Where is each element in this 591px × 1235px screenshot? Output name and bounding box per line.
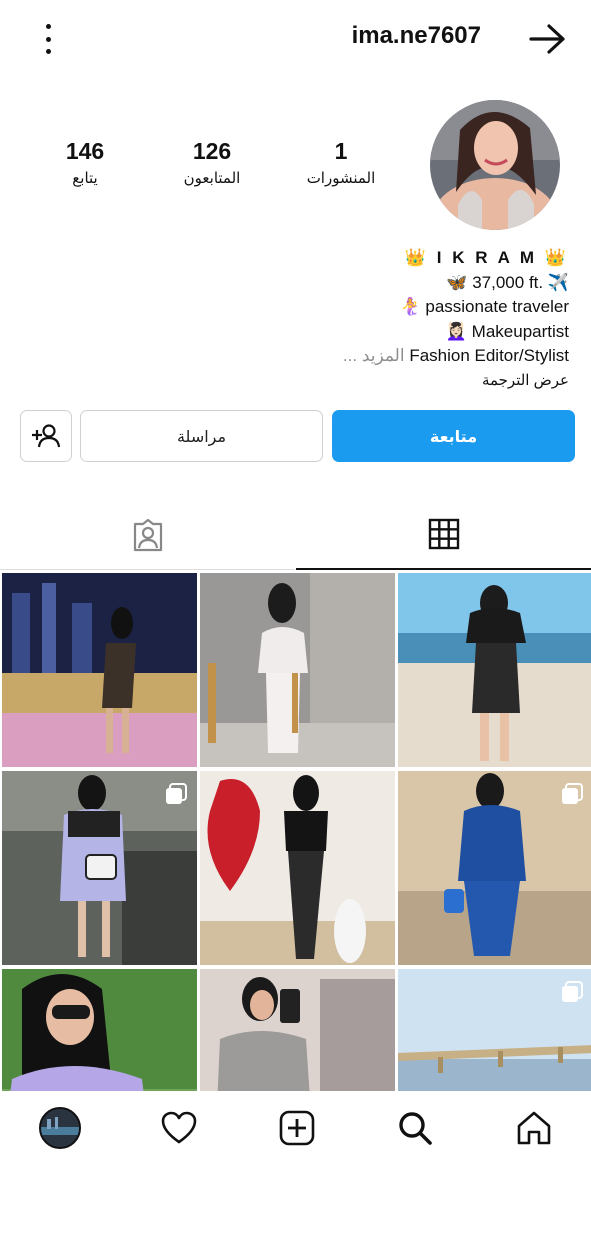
nav-home[interactable] — [512, 1106, 556, 1150]
bio-line: ... المزيد Fashion Editor/Stylist — [9, 344, 569, 369]
post-thumbnail[interactable] — [200, 573, 395, 767]
heart-icon — [161, 1111, 197, 1144]
bio-line: 🦋 37,000 ft. ✈️ — [446, 272, 569, 292]
multi-post-icon — [562, 981, 583, 1002]
stat-posts-count: 1 — [334, 138, 348, 164]
post-thumbnail[interactable] — [200, 969, 395, 1091]
profile-bio: 👑 I K R A M 👑 🦋 37,000 ft. ✈️ 🧜‍♀️ passi… — [9, 246, 569, 393]
profile-avatar — [39, 1107, 81, 1149]
post-thumbnail[interactable] — [200, 771, 395, 965]
message-button[interactable]: مراسلة — [80, 410, 323, 462]
see-translation-link[interactable]: عرض الترجمة — [9, 369, 569, 394]
post-thumbnail[interactable] — [2, 969, 197, 1091]
post-thumbnail[interactable] — [398, 771, 591, 965]
add-user-button[interactable] — [20, 410, 72, 462]
profile-username: ima.ne7607 — [351, 22, 481, 49]
arrow-right-icon[interactable] — [529, 22, 567, 56]
stat-followers[interactable]: 126 المتابعون — [157, 138, 267, 187]
nav-profile[interactable] — [38, 1106, 82, 1150]
stat-following-count: 146 — [65, 138, 105, 164]
bio-line: 💆🏻‍♀️ Makeupartist — [445, 321, 569, 341]
profile-tabs — [0, 500, 591, 570]
tagged-user-icon — [133, 518, 162, 551]
top-bar: ima.ne7607 — [0, 0, 591, 80]
stat-posts-label: المنشورات — [306, 169, 376, 187]
kebab-menu-icon[interactable] — [36, 24, 60, 54]
bio-line: 🧜‍♀️ passionate traveler — [399, 297, 569, 316]
follow-button[interactable]: متابعة — [332, 410, 575, 462]
grid-icon — [428, 518, 459, 550]
tab-grid[interactable] — [296, 500, 591, 570]
stat-following[interactable]: 146 يتابع — [30, 138, 140, 187]
nav-search[interactable] — [393, 1106, 437, 1150]
stat-followers-label: المتابعون — [183, 169, 241, 187]
add-user-icon — [32, 424, 61, 448]
bio-more-link[interactable]: ... المزيد — [343, 346, 405, 365]
bottom-nav — [0, 1092, 591, 1164]
bio-line-text: Fashion Editor/Stylist — [409, 346, 569, 365]
home-icon — [517, 1111, 551, 1145]
profile-avatar[interactable] — [430, 100, 560, 230]
post-thumbnail[interactable] — [2, 771, 197, 965]
multi-post-icon — [166, 783, 187, 804]
post-thumbnail[interactable] — [2, 573, 197, 767]
search-icon — [399, 1112, 432, 1145]
tab-tagged[interactable] — [0, 500, 295, 570]
multi-post-icon — [562, 783, 583, 804]
nav-create[interactable] — [275, 1106, 319, 1150]
nav-activity[interactable] — [157, 1106, 201, 1150]
post-thumbnail[interactable] — [398, 969, 591, 1091]
post-thumbnail[interactable] — [398, 573, 591, 767]
bio-name: 👑 I K R A M 👑 — [404, 248, 569, 267]
stat-following-label: يتابع — [72, 169, 98, 187]
stat-posts[interactable]: 1 المنشورات — [286, 138, 396, 187]
stat-followers-count: 126 — [192, 138, 232, 164]
posts-grid — [0, 573, 591, 1091]
plus-square-icon — [279, 1110, 315, 1146]
